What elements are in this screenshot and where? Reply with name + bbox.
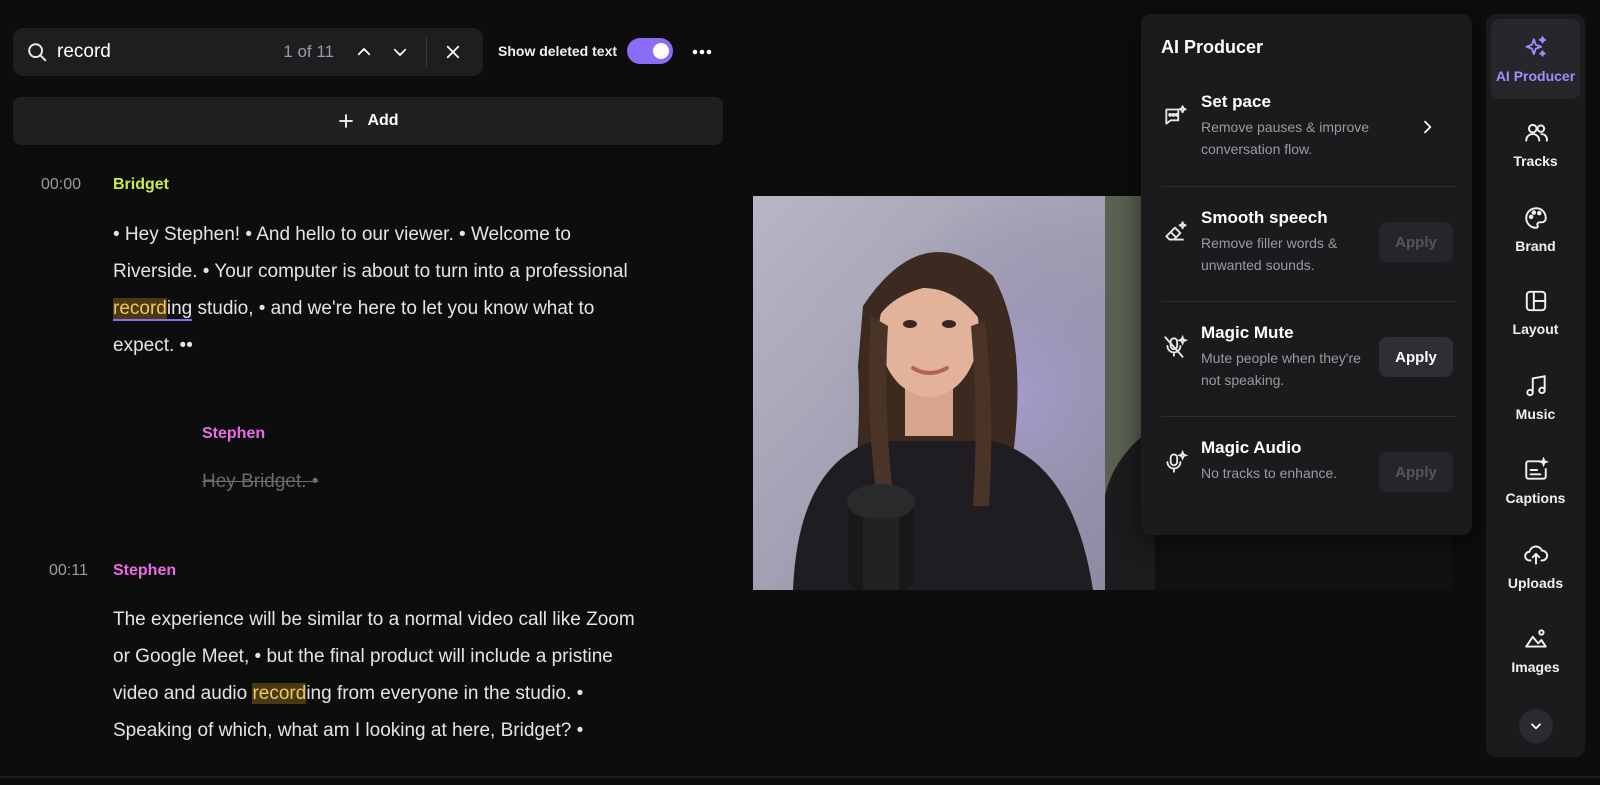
search-match-current[interactable]: record (113, 298, 167, 321)
transcript-paragraph[interactable]: The experience will be similar to a norm… (113, 601, 643, 749)
set-pace-item[interactable]: Set pace Remove pauses & improve convers… (1161, 92, 1456, 160)
next-result-button[interactable] (382, 34, 418, 70)
deleted-text[interactable]: Hey Bridget. • (202, 471, 318, 493)
item-description: Mute people when they're not speaking. (1201, 350, 1361, 388)
item-title: Smooth speech (1201, 208, 1328, 227)
sidebar-item-images[interactable]: Images (1491, 610, 1580, 690)
separator (1161, 416, 1456, 417)
panel-title: AI Producer (1161, 37, 1264, 57)
bottom-divider (0, 776, 1600, 778)
more-options-button[interactable] (688, 40, 716, 64)
chevron-down-icon (393, 48, 407, 56)
sidebar-item-label: Captions (1505, 490, 1566, 506)
sidebar-item-label: Music (1515, 406, 1556, 422)
item-title: Magic Mute (1201, 323, 1294, 342)
transcript-text[interactable]: • Hey Stephen! • And hello to our viewer… (113, 224, 628, 282)
sidebar-item-ai-producer[interactable]: AI Producer (1491, 19, 1580, 99)
sidebar-item-label: Uploads (1507, 575, 1564, 591)
search-result-count: 1 of 11 (283, 42, 334, 61)
transcript-search-bar: 1 of 11 (13, 28, 483, 76)
smooth-speech-apply-button[interactable]: Apply (1379, 222, 1453, 262)
sidebar-item-captions[interactable]: Captions (1491, 441, 1580, 521)
sidebar-more-button[interactable] (1519, 709, 1553, 743)
search-input[interactable] (57, 41, 267, 63)
timestamp[interactable]: 00:11 (49, 562, 88, 580)
previous-result-button[interactable] (346, 34, 382, 70)
sidebar-item-brand[interactable]: Brand (1491, 189, 1580, 269)
chevron-right-icon[interactable] (1419, 119, 1435, 140)
item-title: Set pace (1201, 92, 1271, 111)
item-description: No tracks to enhance. (1201, 465, 1338, 481)
show-deleted-text-control: Show deleted text (498, 38, 674, 64)
separator (1161, 186, 1456, 187)
transcript-paragraph[interactable]: • Hey Stephen! • And hello to our viewer… (113, 216, 643, 364)
more-dots-icon (692, 49, 712, 55)
show-deleted-text-label: Show deleted text (498, 43, 618, 59)
layout-icon (1522, 287, 1550, 315)
sidebar-item-uploads[interactable]: Uploads (1491, 526, 1580, 606)
separator (1161, 301, 1456, 302)
sidebar-item-tracks[interactable]: Tracks (1491, 104, 1580, 184)
image-icon (1522, 625, 1550, 653)
item-title: Magic Audio (1201, 438, 1302, 457)
cloud-upload-icon (1522, 541, 1550, 569)
toggle-knob (653, 43, 670, 59)
users-icon (1522, 119, 1550, 147)
mic-off-sparkle-icon (1161, 333, 1189, 361)
sidebar-item-label: Images (1511, 659, 1560, 675)
sidebar-item-label: Tracks (1513, 153, 1558, 169)
magic-audio-apply-button[interactable]: Apply (1379, 452, 1453, 492)
sidebar-item-label: Layout (1512, 321, 1559, 337)
item-description: Remove pauses & improve conversation flo… (1201, 119, 1370, 157)
search-icon (25, 40, 49, 64)
add-button[interactable]: Add (13, 97, 723, 145)
ai-producer-panel: AI Producer Set pace Remove pauses & imp… (1141, 14, 1472, 535)
sidebar-item-label: AI Producer (1495, 68, 1576, 84)
sidebar-item-music[interactable]: Music (1491, 357, 1580, 437)
music-note-icon (1522, 372, 1550, 400)
chevron-down-icon (1531, 723, 1541, 730)
close-icon (446, 45, 460, 59)
magic-mute-apply-button[interactable]: Apply (1379, 337, 1453, 377)
add-label: Add (367, 112, 399, 129)
chevron-up-icon (357, 48, 371, 56)
search-match[interactable]: record (252, 683, 307, 704)
eraser-sparkle-icon (1161, 218, 1189, 246)
transcript-text[interactable]: ing (166, 298, 193, 321)
sidebar-item-label: Brand (1515, 238, 1556, 254)
speaker-name[interactable]: Stephen (202, 425, 265, 443)
sparkles-icon (1522, 34, 1550, 62)
show-deleted-text-toggle[interactable] (627, 38, 674, 64)
speaker-name[interactable]: Bridget (113, 176, 169, 194)
speaker-name[interactable]: Stephen (113, 562, 176, 580)
captions-icon (1522, 456, 1550, 484)
chat-sparkle-icon (1161, 102, 1189, 130)
item-description: Remove filler words & unwanted sounds. (1201, 235, 1338, 273)
plus-icon (339, 114, 354, 128)
timestamp[interactable]: 00:00 (41, 176, 81, 194)
close-search-button[interactable] (435, 34, 471, 70)
mic-sparkle-icon (1161, 448, 1189, 476)
right-sidebar: AI Producer Tracks Brand Layout Music Ca… (1486, 14, 1585, 757)
sidebar-item-layout[interactable]: Layout (1491, 272, 1580, 352)
search-divider (426, 37, 427, 67)
palette-icon (1522, 204, 1550, 232)
